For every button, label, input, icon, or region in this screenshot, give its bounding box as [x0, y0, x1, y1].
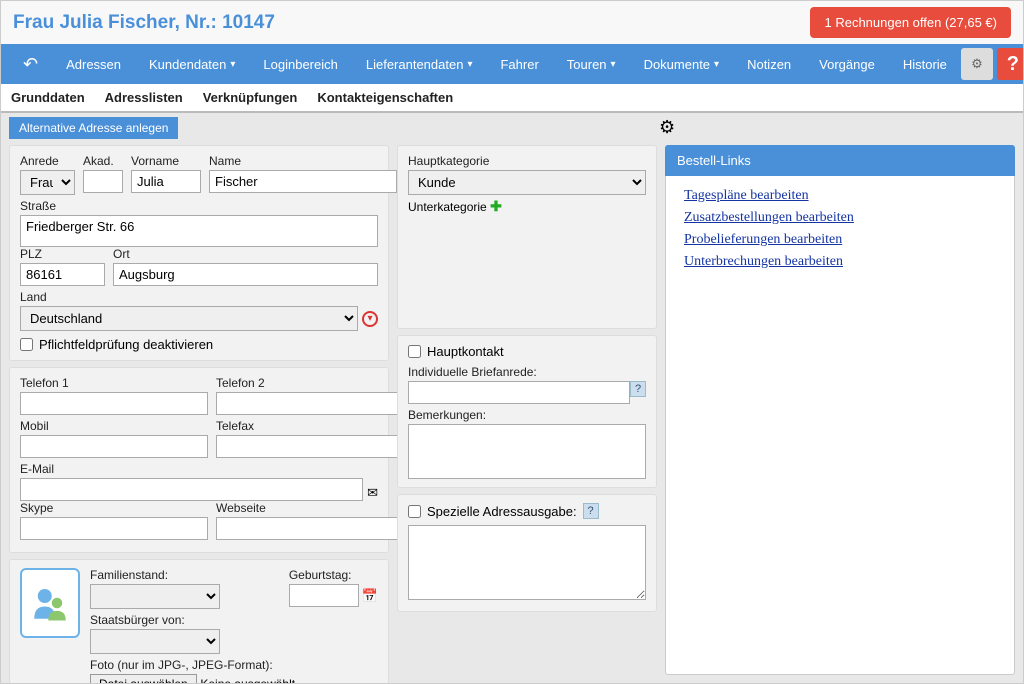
zip-input[interactable] [20, 263, 105, 286]
link-tagesplaene[interactable]: Tagespläne bearbeiten [684, 188, 996, 204]
help-icon[interactable]: ? [583, 503, 599, 519]
nav-adressen[interactable]: Adressen [52, 44, 135, 84]
nav-fahrer[interactable]: Fahrer [486, 44, 552, 84]
nav-dokumente[interactable]: Dokumente▾ [630, 44, 734, 84]
marital-label: Familienstand: [90, 568, 281, 582]
name-input[interactable] [209, 170, 397, 193]
city-label: Ort [113, 247, 378, 261]
birthday-label: Geburtstag: [289, 568, 378, 582]
marital-select[interactable] [90, 584, 220, 609]
file-none-text: Keine ausgewählt [200, 677, 295, 684]
help-icon[interactable]: ? [630, 381, 646, 397]
personal-panel: Familienstand: Geburtstag: 📅 [9, 559, 389, 684]
nav-loginbereich[interactable]: Loginbereich [249, 44, 351, 84]
country-select[interactable]: Deutschland [20, 306, 358, 331]
salutation-select[interactable]: Frau [20, 170, 75, 195]
fax-input[interactable] [216, 435, 404, 458]
chevron-down-icon: ▾ [230, 59, 235, 70]
email-input[interactable] [20, 478, 363, 501]
page-title: Frau Julia Fischer, Nr.: 10147 [13, 12, 275, 34]
special-output-textarea[interactable] [408, 525, 646, 600]
gear-icon[interactable]: ⚙ [659, 117, 675, 137]
nav-touren[interactable]: Touren▾ [553, 44, 630, 84]
birthday-input[interactable] [289, 584, 359, 607]
main-category-label: Hauptkategorie [408, 154, 646, 168]
chevron-down-icon: ▾ [714, 59, 719, 70]
help-icon[interactable]: ? [997, 48, 1024, 80]
link-probelieferungen[interactable]: Probelieferungen bearbeiten [684, 232, 996, 248]
website-input[interactable] [216, 517, 404, 540]
remarks-textarea[interactable] [408, 424, 646, 479]
akad-label: Akad. [83, 154, 123, 168]
skype-label: Skype [20, 501, 208, 515]
firstname-input[interactable] [131, 170, 201, 193]
disable-validation-label: Pflichtfeldprüfung deaktivieren [39, 337, 213, 352]
indiv-salutation-label: Individuelle Briefanrede: [408, 365, 646, 379]
main-category-select[interactable]: Kunde [408, 170, 646, 195]
citizen-select[interactable] [90, 629, 220, 654]
file-choose-button[interactable]: Datei auswählen [90, 674, 197, 684]
sub-category-label: Unterkategorie [408, 200, 487, 214]
skype-input[interactable] [20, 517, 208, 540]
tab-kontakteigenschaften[interactable]: Kontakteigenschaften [317, 90, 453, 105]
phone1-input[interactable] [20, 392, 208, 415]
contact-panel: Telefon 1 Telefon 2 Mobil Telefax E-Mail… [9, 367, 389, 553]
back-icon[interactable]: ↶ [9, 54, 52, 75]
nav-lieferantendaten[interactable]: Lieferantendaten▾ [352, 44, 487, 84]
tab-verknuepfungen[interactable]: Verknüpfungen [203, 90, 298, 105]
tab-adresslisten[interactable]: Adresslisten [105, 90, 183, 105]
phone2-input[interactable] [216, 392, 404, 415]
nav-kundendaten[interactable]: Kundendaten▾ [135, 44, 249, 84]
mobile-label: Mobil [20, 419, 208, 433]
nav-historie[interactable]: Historie [889, 44, 961, 84]
nav-notizen[interactable]: Notizen [733, 44, 805, 84]
fax-label: Telefax [216, 419, 404, 433]
gear-icon[interactable]: ⚙ [961, 48, 993, 80]
address-panel: Anrede Frau Akad. Vorname Name [9, 145, 389, 361]
nav-vorgaenge[interactable]: Vorgänge [805, 44, 889, 84]
city-input[interactable] [113, 263, 378, 286]
category-panel: Hauptkategorie Kunde Unterkategorie ✚ [397, 145, 657, 329]
special-output-panel: Spezielle Adressausgabe: ? [397, 494, 657, 612]
email-label: E-Mail [20, 462, 378, 476]
special-output-label: Spezielle Adressausgabe: [427, 504, 577, 519]
phone2-label: Telefon 2 [216, 376, 404, 390]
phone1-label: Telefon 1 [20, 376, 208, 390]
street-input[interactable]: Friedberger Str. 66 [20, 215, 378, 247]
citizen-label: Staatsbürger von: [90, 613, 378, 627]
order-links-panel: Bestell-Links Tagespläne bearbeiten Zusa… [665, 145, 1015, 675]
country-label: Land [20, 290, 378, 304]
disable-validation-checkbox[interactable] [20, 338, 33, 351]
link-unterbrechungen[interactable]: Unterbrechungen bearbeiten [684, 254, 996, 270]
street-label: Straße [20, 199, 378, 213]
open-invoices-button[interactable]: 1 Rechnungen offen (27,65 €) [810, 7, 1011, 38]
main-contact-panel: Hauptkontakt Individuelle Briefanrede: ?… [397, 335, 657, 488]
mobile-input[interactable] [20, 435, 208, 458]
link-zusatzbestellungen[interactable]: Zusatzbestellungen bearbeiten [684, 210, 996, 226]
website-label: Webseite [216, 501, 425, 515]
main-contact-label: Hauptkontakt [427, 344, 504, 359]
chevron-down-icon: ▾ [611, 59, 616, 70]
indiv-salutation-input[interactable] [408, 381, 630, 404]
chevron-down-icon: ▾ [467, 59, 472, 70]
avatar [20, 568, 80, 638]
salutation-label: Anrede [20, 154, 75, 168]
plus-icon[interactable]: ✚ [490, 198, 502, 214]
alt-address-button[interactable]: Alternative Adresse anlegen [9, 117, 178, 139]
calendar-icon[interactable]: 📅 [362, 588, 378, 604]
name-label: Name [209, 154, 397, 168]
tab-grunddaten[interactable]: Grunddaten [11, 90, 85, 105]
mail-icon[interactable]: ✉ [367, 485, 378, 501]
special-output-checkbox[interactable] [408, 505, 421, 518]
akad-input[interactable] [83, 170, 123, 193]
warning-icon[interactable]: ▾ [362, 311, 378, 327]
photo-label: Foto (nur im JPG-, JPEG-Format): [90, 658, 378, 672]
sub-nav: Grunddaten Adresslisten Verknüpfungen Ko… [1, 84, 1023, 113]
main-nav: ↶ Adressen Kundendaten▾ Loginbereich Lie… [1, 44, 1023, 84]
remarks-label: Bemerkungen: [408, 408, 646, 422]
zip-label: PLZ [20, 247, 105, 261]
main-contact-checkbox[interactable] [408, 345, 421, 358]
firstname-label: Vorname [131, 154, 201, 168]
order-links-title: Bestell-Links [665, 145, 1015, 176]
